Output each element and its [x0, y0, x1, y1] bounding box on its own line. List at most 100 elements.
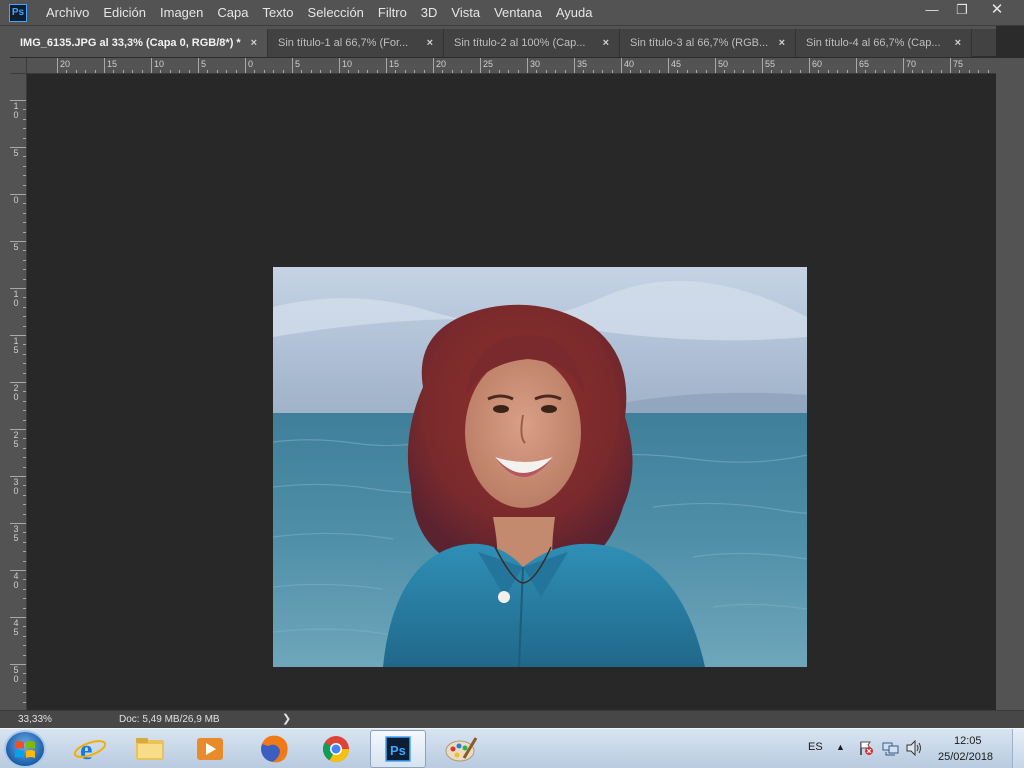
ruler-h-label: 10	[154, 59, 165, 69]
ruler-h-major-tick	[386, 58, 387, 73]
photoshop-window: Ps Archivo Edición Imagen Capa Texto Sel…	[0, 0, 1024, 768]
menu-ayuda[interactable]: Ayuda	[556, 5, 593, 20]
photoshop-taskbar-button[interactable]: Ps	[370, 730, 426, 768]
ruler-h-major-tick	[245, 58, 246, 73]
ruler-h-major-tick	[104, 58, 105, 73]
ruler-v-label: 40	[13, 571, 19, 590]
menu-filtro[interactable]: Filtro	[378, 5, 407, 20]
ruler-v-label: 25	[13, 430, 19, 449]
clock-date[interactable]: 25/02/2018	[938, 751, 993, 763]
tab-close-icon[interactable]: ×	[603, 29, 609, 57]
internet-explorer-button[interactable]: e	[62, 730, 118, 768]
tab-close-icon[interactable]: ×	[251, 29, 257, 57]
ruler-origin[interactable]	[10, 58, 27, 74]
tab-sin-titulo-3[interactable]: Sin título-3 al 66,7% (RGB... ×	[620, 29, 796, 57]
menu-vista[interactable]: Vista	[451, 5, 480, 20]
horizontal-ruler[interactable]: 20 15 10 5 0 5 10 15 20 25 30 35 40 45 50 55 60 65 70 75	[27, 58, 996, 74]
paint-button[interactable]	[432, 730, 488, 768]
close-button[interactable]: ✕	[978, 0, 1016, 22]
photoshop-logo-icon[interactable]: Ps	[9, 4, 27, 22]
menu-texto[interactable]: Texto	[262, 5, 293, 20]
ruler-h-major-tick	[198, 58, 199, 73]
chrome-button[interactable]	[308, 730, 364, 768]
tab-close-icon[interactable]: ×	[955, 29, 961, 57]
menu-edicion[interactable]: Edición	[103, 5, 146, 20]
ruler-h-label: 5	[295, 59, 301, 69]
media-player-button[interactable]	[182, 730, 238, 768]
tab-label: Sin título-1 al 66,7% (For...	[278, 37, 409, 49]
status-bar: 33,33% Doc: 5,49 MB/26,9 MB ❯	[0, 710, 1024, 728]
restore-button[interactable]: ❐	[946, 0, 978, 22]
menu-bar: Ps Archivo Edición Imagen Capa Texto Sel…	[0, 0, 1024, 26]
ruler-h-major-tick	[480, 58, 481, 73]
ruler-h-label: 35	[577, 59, 588, 69]
menu-archivo[interactable]: Archivo	[46, 5, 89, 20]
svg-text:Ps: Ps	[390, 743, 406, 758]
ruler-h-major-tick	[574, 58, 575, 73]
volume-icon[interactable]	[905, 740, 923, 756]
windows-taskbar: e Ps ES ▲ 12:05 25/02/2018	[0, 728, 1024, 768]
show-hidden-icons-icon[interactable]: ▲	[836, 742, 845, 752]
ruler-h-major-tick	[903, 58, 904, 73]
ruler-h-label: 75	[953, 59, 964, 69]
tab-sin-titulo-4[interactable]: Sin título-4 al 66,7% (Cap... ×	[796, 29, 972, 57]
ruler-h-label: 30	[530, 59, 541, 69]
ruler-h-label: 0	[248, 59, 254, 69]
clock-time[interactable]: 12:05	[954, 735, 982, 747]
right-panel-gutter	[996, 58, 1024, 710]
ruler-v-label: 5	[13, 148, 19, 158]
ruler-v-label: 35	[13, 524, 19, 543]
svg-text:e: e	[80, 735, 92, 766]
tab-close-icon[interactable]: ×	[427, 29, 433, 57]
ruler-h-major-tick	[292, 58, 293, 73]
ruler-h-label: 15	[107, 59, 118, 69]
tab-close-icon[interactable]: ×	[779, 29, 785, 57]
start-button[interactable]	[4, 730, 46, 768]
document-tab-bar: IMG_6135.JPG al 33,3% (Capa 0, RGB/8*) *…	[10, 29, 996, 57]
document-image[interactable]	[273, 267, 807, 667]
ruler-h-label: 40	[624, 59, 635, 69]
firefox-icon	[261, 735, 288, 763]
ruler-h-label: 5	[201, 59, 207, 69]
ruler-h-label: 55	[765, 59, 776, 69]
ruler-h-label: 65	[859, 59, 870, 69]
ruler-h-major-tick	[339, 58, 340, 73]
menu-seleccion[interactable]: Selección	[308, 5, 364, 20]
menu-capa[interactable]: Capa	[217, 5, 248, 20]
ruler-v-label: 0	[13, 195, 19, 205]
ruler-h-major-tick	[57, 58, 58, 73]
photoshop-icon: Ps	[385, 736, 411, 762]
firefox-button[interactable]	[246, 730, 302, 768]
file-explorer-button[interactable]	[122, 730, 178, 768]
ruler-v-label: 50	[13, 665, 19, 684]
minimize-button[interactable]: —	[916, 0, 948, 22]
ruler-v-label: 20	[13, 383, 19, 402]
tab-img-6135[interactable]: IMG_6135.JPG al 33,3% (Capa 0, RGB/8*) *…	[10, 29, 268, 57]
language-indicator[interactable]: ES	[808, 741, 823, 753]
menu-imagen[interactable]: Imagen	[160, 5, 203, 20]
tab-sin-titulo-1[interactable]: Sin título-1 al 66,7% (For... ×	[268, 29, 444, 57]
chrome-icon	[322, 736, 350, 763]
ruler-h-label: 25	[483, 59, 494, 69]
paint-icon	[445, 737, 478, 762]
system-tray: ES ▲ 12:05 25/02/2018	[800, 729, 1024, 768]
canvas-area[interactable]	[27, 74, 996, 710]
action-center-flag-icon[interactable]	[858, 740, 874, 756]
ruler-h-label: 50	[718, 59, 729, 69]
ruler-h-major-tick	[151, 58, 152, 73]
network-icon[interactable]	[882, 740, 900, 756]
ruler-h-major-tick	[715, 58, 716, 73]
tab-sin-titulo-2[interactable]: Sin título-2 al 100% (Cap... ×	[444, 29, 620, 57]
menu-ventana[interactable]: Ventana	[494, 5, 542, 20]
menu-3d[interactable]: 3D	[421, 5, 438, 20]
show-desktop-button[interactable]	[1012, 729, 1024, 768]
vertical-ruler[interactable]: 10505101520253035404550	[10, 74, 27, 710]
ruler-h-label: 45	[671, 59, 682, 69]
status-menu-arrow-icon[interactable]: ❯	[282, 712, 291, 725]
ruler-v-label: 10	[13, 101, 19, 120]
ruler-v-label: 45	[13, 618, 19, 637]
zoom-level[interactable]: 33,33%	[18, 714, 52, 725]
tab-label: Sin título-4 al 66,7% (Cap...	[806, 37, 941, 49]
tab-label: Sin título-2 al 100% (Cap...	[454, 37, 586, 49]
ruler-v-label: 10	[13, 289, 19, 308]
